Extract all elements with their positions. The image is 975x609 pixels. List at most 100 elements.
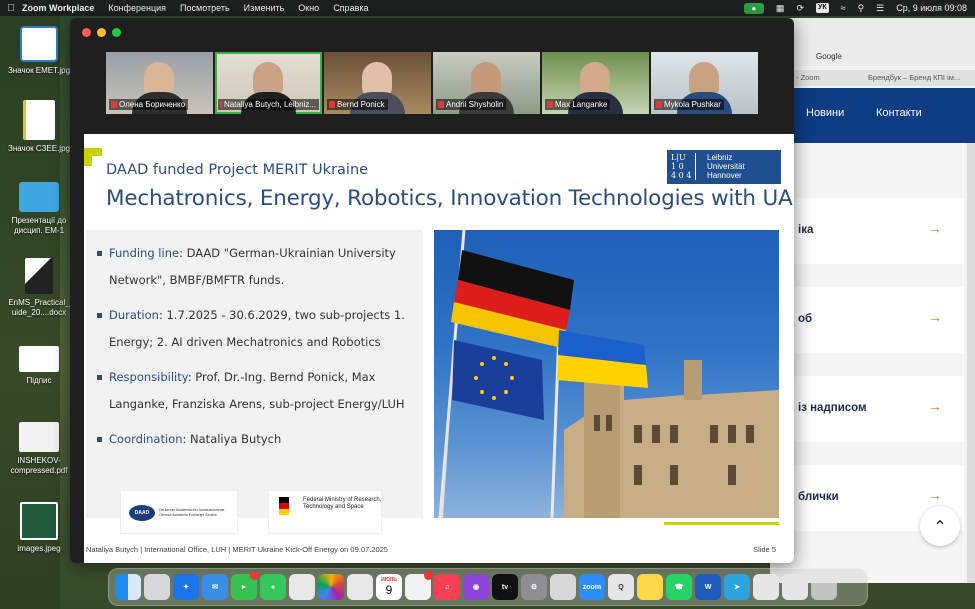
notification-badge [424, 571, 433, 580]
notification-badge [250, 571, 259, 580]
maps-icon[interactable] [289, 574, 315, 600]
calendar-day: 9 [385, 583, 393, 597]
telegram-icon[interactable]: ➤ [724, 574, 750, 600]
content-card[interactable]: іка → [794, 198, 964, 264]
content-card[interactable]: із надписом → [794, 376, 964, 442]
app-status-icon[interactable]: ▦ [776, 3, 785, 14]
preview-icon[interactable] [550, 574, 576, 600]
messages-icon[interactable]: ● [260, 574, 286, 600]
menu-view[interactable]: Посмотреть [180, 3, 230, 13]
participant-tile-active-speaker[interactable]: Nataliya Butych, Leibniz... [215, 52, 322, 114]
podcasts-icon[interactable]: ◉ [463, 574, 489, 600]
participant-name: Nataliya Butych, Leibniz... [223, 100, 316, 109]
chevron-up-icon: ⌃ [933, 516, 947, 536]
menu-app-name[interactable]: Zoom Workplace [22, 3, 94, 13]
luh-logo-line: Universität [707, 162, 745, 171]
desktop-icon-emet[interactable]: Значок EMET.jpg [4, 26, 74, 76]
eu-flag [452, 340, 544, 420]
document-file-icon [25, 258, 53, 294]
luh-corner-mark-icon [84, 148, 102, 166]
contacts-icon[interactable] [347, 574, 373, 600]
building-tower [584, 380, 620, 518]
image-file-icon [23, 100, 55, 140]
desktop-icon-images-jpeg[interactable]: images.jpeg [4, 502, 74, 554]
tab-zoom[interactable]: - Zoom [796, 73, 820, 82]
arrow-right-icon: → [928, 487, 942, 503]
participant-face [253, 62, 283, 96]
participant-face [689, 62, 719, 96]
participant-name-tag: Max Langanke [545, 99, 611, 110]
recent-document-icon[interactable] [782, 574, 808, 600]
menu-edit[interactable]: Изменить [244, 3, 285, 13]
menu-clock[interactable]: Ср, 9 июля 09:08 [896, 3, 967, 13]
bullet-key: Duration [109, 308, 159, 322]
participant-tile[interactable]: Andrii Shysholin [433, 52, 540, 114]
participant-video-strip: Олена Бориченко Nataliya Butych, Leibniz… [106, 52, 758, 114]
pdf-file-icon [19, 422, 59, 452]
music-icon[interactable]: ♫ [434, 574, 460, 600]
window-zoom-button[interactable] [112, 28, 121, 37]
participant-tile[interactable]: Mykola Pushkar [651, 52, 758, 114]
luh-logo-glyph: L|U 1 0 4 0 4 [671, 153, 697, 180]
participant-tile[interactable]: Bernd Ponick [324, 52, 431, 114]
zoom-camera-status-icon[interactable]: ● [743, 2, 764, 14]
keyboard-layout-indicator[interactable]: УК [815, 3, 829, 13]
reminders-icon[interactable] [405, 571, 433, 600]
arrow-right-icon: → [928, 220, 942, 236]
safari-icon[interactable]: ✦ [173, 574, 199, 600]
notes-icon[interactable] [637, 574, 663, 600]
desktop-icon-inshekov-pdf[interactable]: INSHEKOV-compressed.pdf [4, 422, 74, 476]
menu-help[interactable]: Справка [333, 3, 368, 13]
menu-bar:  Zoom Workplace Конференция Посмотреть … [0, 0, 975, 16]
tab-brandbook[interactable]: Брендбук – Бренд КПІ ім... [868, 73, 960, 82]
recent-document-icon[interactable] [753, 574, 779, 600]
nav-news[interactable]: Новини [806, 107, 844, 119]
participant-tile[interactable]: Max Langanke [542, 52, 649, 114]
flags-building-photo [434, 230, 779, 518]
bmftr-logo-text: Federal Ministry of Research, Technology… [303, 497, 382, 510]
launchpad-icon[interactable] [144, 574, 170, 600]
word-icon[interactable]: W [695, 574, 721, 600]
quicktime-icon[interactable]: Q [608, 574, 634, 600]
photos-icon[interactable] [318, 574, 344, 600]
desktop-icon-szee[interactable]: Значок СЗЕЕ.jpg [4, 100, 74, 154]
participant-name-tag: Олена Бориченко [109, 99, 189, 110]
flags-illustration [438, 230, 779, 518]
system-settings-icon[interactable]: ⚙ [521, 574, 547, 600]
slide-subtitle: DAAD funded Project MERIT Ukraine [106, 162, 369, 178]
building-tower [684, 360, 702, 400]
finder-icon[interactable] [115, 574, 141, 600]
folder-icon [19, 182, 59, 212]
mic-muted-icon [329, 101, 335, 108]
sync-icon[interactable]: ⟳ [796, 3, 804, 14]
desktop-icon-enms-docx[interactable]: EnMS_Practical_ uide_20....docx [4, 258, 74, 318]
german-flag-stripe-icon [279, 497, 289, 515]
nav-contacts[interactable]: Контакти [876, 107, 922, 119]
control-center-icon[interactable]: ☰ [876, 3, 884, 14]
window-close-button[interactable] [82, 28, 91, 37]
desktop-icon-signature[interactable]: Підпис [4, 346, 74, 386]
google-bookmark[interactable]: Google [816, 52, 842, 61]
facetime-icon[interactable]: ► [231, 571, 259, 600]
apple-tv-icon[interactable]: tv [492, 574, 518, 600]
search-icon[interactable]: ⚲ [858, 3, 865, 14]
mic-muted-icon [111, 101, 117, 108]
menu-window[interactable]: Окно [298, 3, 319, 13]
browser-tab-row: - Zoom Брендбук – Бренд КПІ ім... [770, 70, 975, 86]
signature-file-icon [19, 346, 59, 372]
apple-menu-icon[interactable]:  [0, 3, 22, 14]
window-minimize-button[interactable] [97, 28, 106, 37]
content-card[interactable]: об → [794, 287, 964, 353]
menu-conference[interactable]: Конференция [108, 3, 166, 13]
mail-icon[interactable]: ✉ [202, 574, 228, 600]
participant-tile[interactable]: Олена Бориченко [106, 52, 213, 114]
scroll-to-top-button[interactable]: ⌃ [920, 506, 960, 546]
whatsapp-icon[interactable]: ☎ [666, 574, 692, 600]
calendar-icon[interactable]: ИЮЛЬ 9 [376, 574, 402, 600]
trash-icon[interactable] [811, 574, 837, 600]
browser-scrollbar[interactable] [967, 143, 975, 583]
zoom-app-icon[interactable]: zoom [579, 574, 605, 600]
bullet-funding-line: Funding line: DAAD "German-Ukrainian Uni… [97, 240, 409, 294]
desktop-icon-folder[interactable]: Презентації до дисцип. ЕМ-1 [4, 182, 74, 236]
wifi-icon[interactable]: ≈ [841, 3, 846, 13]
